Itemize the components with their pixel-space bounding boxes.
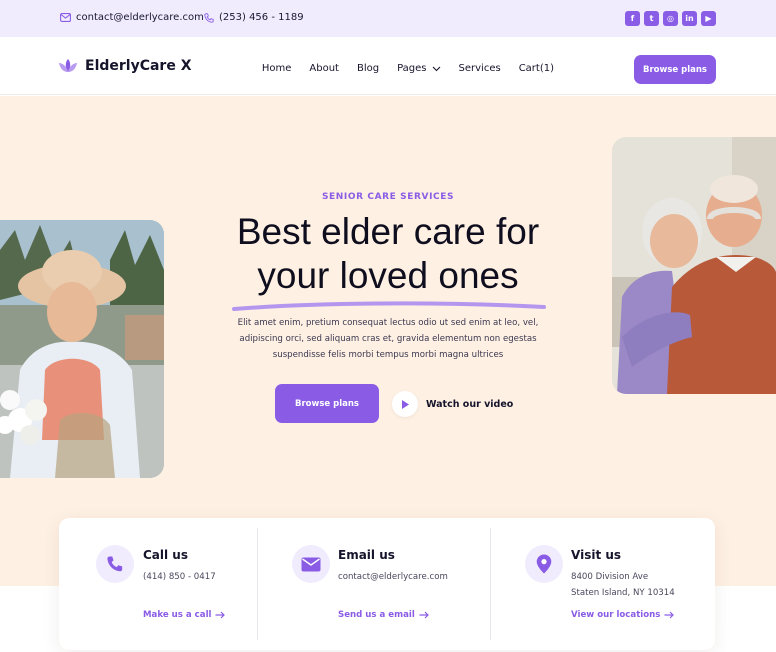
contact-visit-column: Visit us 8400 Division Ave Staten Island…	[491, 518, 715, 650]
social-links: f t ◎ in ▶	[625, 11, 716, 26]
browse-plans-hero-button[interactable]: Browse plans	[275, 384, 379, 423]
brand-name: ElderlyCare X	[85, 58, 192, 74]
contact-email-column: Email us contact@elderlycare.com Send us…	[258, 518, 490, 650]
youtube-icon[interactable]: ▶	[701, 11, 716, 26]
nav-cart[interactable]: Cart(1)	[519, 63, 554, 74]
chevron-down-icon	[432, 66, 440, 71]
topbar-phone-text: (253) 456 - 1189	[219, 12, 304, 23]
call-us-phone: (414) 850 - 0417	[143, 572, 216, 582]
twitter-icon[interactable]: t	[644, 11, 659, 26]
arrow-right-icon	[419, 611, 429, 619]
contact-info-card: Call us (414) 850 - 0417 Make us a call …	[59, 518, 715, 650]
main-nav: Home About Blog Pages Services Cart(1)	[262, 63, 554, 74]
email-us-address: contact@elderlycare.com	[338, 572, 448, 582]
play-icon	[392, 391, 418, 417]
arrow-right-icon	[664, 611, 675, 619]
hero-description: Elit amet enim, pretium consequat lectus…	[237, 318, 539, 360]
top-bar: contact@elderlycare.com (253) 456 - 1189…	[0, 0, 776, 37]
linkedin-icon[interactable]: in	[682, 11, 697, 26]
hero-photo-woman-with-flowers	[0, 220, 164, 478]
instagram-icon[interactable]: ◎	[663, 11, 678, 26]
brand-logo[interactable]: ElderlyCare X	[58, 58, 192, 74]
visit-us-title: Visit us	[571, 548, 622, 562]
make-a-call-link[interactable]: Make us a call	[143, 610, 226, 620]
title-underline-decoration	[232, 301, 546, 311]
make-a-call-label: Make us a call	[143, 610, 212, 620]
send-email-link[interactable]: Send us a email	[338, 610, 429, 620]
topbar-email-text: contact@elderlycare.com	[76, 12, 204, 23]
envelope-icon	[60, 13, 71, 22]
topbar-email[interactable]: contact@elderlycare.com	[60, 12, 204, 23]
nav-about[interactable]: About	[309, 63, 339, 74]
nav-pages[interactable]: Pages	[397, 63, 440, 74]
call-us-title: Call us	[143, 548, 188, 562]
view-locations-label: View our locations	[571, 610, 661, 620]
topbar-phone[interactable]: (253) 456 - 1189	[204, 12, 304, 23]
visit-us-address-line1: 8400 Division Ave	[571, 572, 649, 582]
contact-call-column: Call us (414) 850 - 0417 Make us a call	[59, 518, 257, 650]
main-header: ElderlyCare X Home About Blog Pages Serv…	[0, 37, 776, 95]
email-us-title: Email us	[338, 548, 395, 562]
location-pin-icon	[525, 545, 563, 583]
arrow-right-icon	[215, 611, 226, 619]
phone-icon	[204, 12, 214, 23]
visit-us-address-line2: Staten Island, NY 10314	[571, 588, 675, 598]
browse-plans-header-button[interactable]: Browse plans	[634, 55, 716, 84]
hero-photo-senior-couple	[612, 137, 776, 394]
lotus-icon	[59, 59, 77, 72]
nav-home[interactable]: Home	[262, 63, 292, 74]
phone-icon	[96, 545, 134, 583]
envelope-icon	[292, 545, 330, 583]
watch-video-label: Watch our video	[426, 398, 514, 410]
facebook-icon[interactable]: f	[625, 11, 640, 26]
watch-video-link[interactable]: Watch our video	[392, 391, 513, 417]
nav-services[interactable]: Services	[459, 63, 501, 74]
nav-blog[interactable]: Blog	[357, 63, 379, 74]
nav-pages-label: Pages	[397, 63, 427, 74]
send-email-label: Send us a email	[338, 610, 415, 620]
view-locations-link[interactable]: View our locations	[571, 610, 675, 620]
